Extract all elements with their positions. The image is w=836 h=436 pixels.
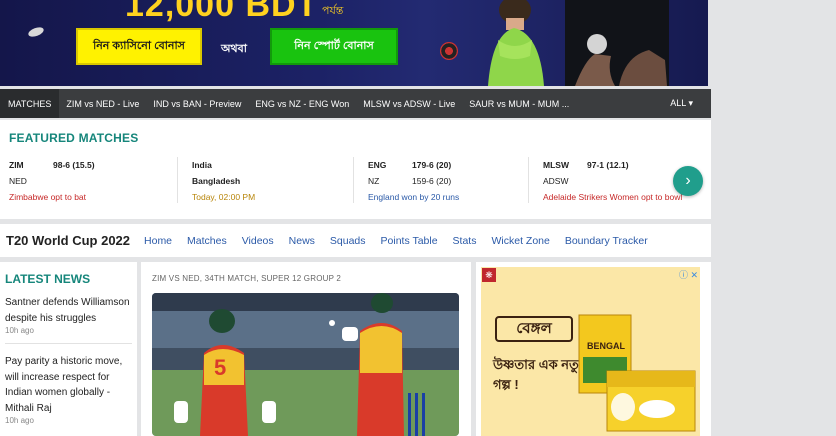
banner-model-image <box>488 0 544 86</box>
promo-banner[interactable]: 12,000 BDT পর্যন্ত নিন ক্যাসিনো বোনাস অথ… <box>0 0 708 86</box>
banner-amount: 12,000 BDT <box>125 0 319 24</box>
ticker-item[interactable]: IND vs BAN - Preview <box>146 99 248 109</box>
ticker-item[interactable]: MLSW vs ADSW - Live <box>356 99 462 109</box>
page: 12,000 BDT পর্যন্ত নিন ক্যাসিনো বোনাস অথ… <box>0 0 836 436</box>
team1-name: ZIM <box>9 160 24 170</box>
team2-score: 159-6 (20) <box>412 176 452 186</box>
news-headline[interactable]: Pay parity a historic move, will increas… <box>5 354 132 416</box>
series-link-news[interactable]: News <box>289 235 315 247</box>
featured-matches: FEATURED MATCHES ZIM 98-6 (15.5) NED Zimb… <box>0 120 711 219</box>
team1-score: 98-6 (15.5) <box>53 160 95 170</box>
banner-upto: পর্যন্ত <box>322 5 344 17</box>
series-link-points-table[interactable]: Points Table <box>381 235 438 247</box>
news-divider <box>5 343 132 344</box>
series-link-wicket-zone[interactable]: Wicket Zone <box>491 235 549 247</box>
series-link-matches[interactable]: Matches <box>187 235 227 247</box>
ticker-item[interactable]: ENG vs NZ - ENG Won <box>248 99 356 109</box>
casino-bonus-button[interactable]: নিন ক্যাসিনো বোনাস <box>76 28 202 65</box>
article-image[interactable]: 5 <box>152 293 459 436</box>
banner-cricketer-image <box>565 0 669 86</box>
latest-news: LATEST NEWS Santner defends Williamson d… <box>0 262 137 436</box>
advertisement: ❋ ⓘ ✕ বেঙ্গল উষ্ণতার এক নতুন গল্প ! BENG… <box>476 262 711 436</box>
team1-name: India <box>192 160 212 170</box>
news-time: 10h ago <box>5 416 34 425</box>
team1-name: ENG <box>368 160 387 170</box>
featured-title: FEATURED MATCHES <box>9 131 139 145</box>
series-link-stats[interactable]: Stats <box>453 235 477 247</box>
match-status: England won by 20 runs <box>368 192 460 202</box>
news-headline[interactable]: Santner defends Williamson despite his s… <box>5 295 132 326</box>
casino-chip-icon <box>27 25 45 39</box>
ticker-item[interactable]: ZIM vs NED - Live <box>59 99 146 109</box>
poker-chip-icon <box>440 42 458 60</box>
team2-name: ADSW <box>543 176 569 186</box>
ad-close-icon[interactable]: ⓘ ✕ <box>679 268 698 281</box>
tea-pack-image: BENGAL <box>578 314 696 432</box>
match-card[interactable]: ZIM 98-6 (15.5) NED Zimbabwe opt to bat <box>9 157 179 203</box>
cricket-photo: 5 <box>152 293 459 436</box>
featured-article[interactable]: ZIM VS NED, 34TH MATCH, SUPER 12 GROUP 2… <box>141 262 471 436</box>
news-time: 10h ago <box>5 326 34 335</box>
ad-creative[interactable]: ❋ ⓘ ✕ বেঙ্গল উষ্ণতার এক নতুন গল্প ! BENG… <box>481 267 700 436</box>
series-nav: T20 World Cup 2022 Home Matches Videos N… <box>0 224 711 257</box>
ad-brand: বেঙ্গল <box>495 316 573 342</box>
team1-score: 179-6 (20) <box>412 160 452 170</box>
match-card[interactable]: ENG 179-6 (20) NZ 159-6 (20) England won b… <box>353 157 527 203</box>
team1-name: MLSW <box>543 160 569 170</box>
ticker-all-dropdown[interactable]: ALL ▾ <box>670 98 693 109</box>
team2-name: NED <box>9 176 27 186</box>
svg-text:5: 5 <box>214 355 226 380</box>
match-status: Adelaide Strikers Women opt to bowl <box>543 192 683 202</box>
series-title: T20 World Cup 2022 <box>6 233 131 248</box>
match-status: Today, 02:00 PM <box>192 192 256 202</box>
ticker-item[interactable]: SAUR vs MUM - MUM ... <box>462 99 576 109</box>
sports-bonus-button[interactable]: নিন স্পোর্ট বোনাস <box>270 28 398 65</box>
series-link-videos[interactable]: Videos <box>242 235 274 247</box>
latest-news-title: LATEST NEWS <box>5 272 91 286</box>
match-card[interactable]: MLSW 97-1 (12.1) ADSW Adelaide Strikers W… <box>528 157 688 203</box>
series-link-squads[interactable]: Squads <box>330 235 366 247</box>
team1-score: 97-1 (12.1) <box>587 160 629 170</box>
series-link-boundary-tracker[interactable]: Boundary Tracker <box>565 235 648 247</box>
article-kicker: ZIM VS NED, 34TH MATCH, SUPER 12 GROUP 2 <box>152 274 342 283</box>
chevron-right-icon[interactable]: › <box>673 166 703 196</box>
banner-or-text: অথবা <box>221 43 247 55</box>
match-ticker: MATCHES ZIM vs NED - Live IND vs BAN - P… <box>0 89 711 118</box>
team2-name: NZ <box>368 176 380 186</box>
series-link-home[interactable]: Home <box>144 235 172 247</box>
ad-provider-icon: ❋ <box>482 268 496 282</box>
match-card[interactable]: India Bangladesh Today, 02:00 PM <box>177 157 352 203</box>
ad-pack-label: BENGAL <box>587 341 626 351</box>
ticker-matches-label[interactable]: MATCHES <box>0 89 60 118</box>
match-status: Zimbabwe opt to bat <box>9 192 87 202</box>
team2-name: Bangladesh <box>192 176 241 186</box>
